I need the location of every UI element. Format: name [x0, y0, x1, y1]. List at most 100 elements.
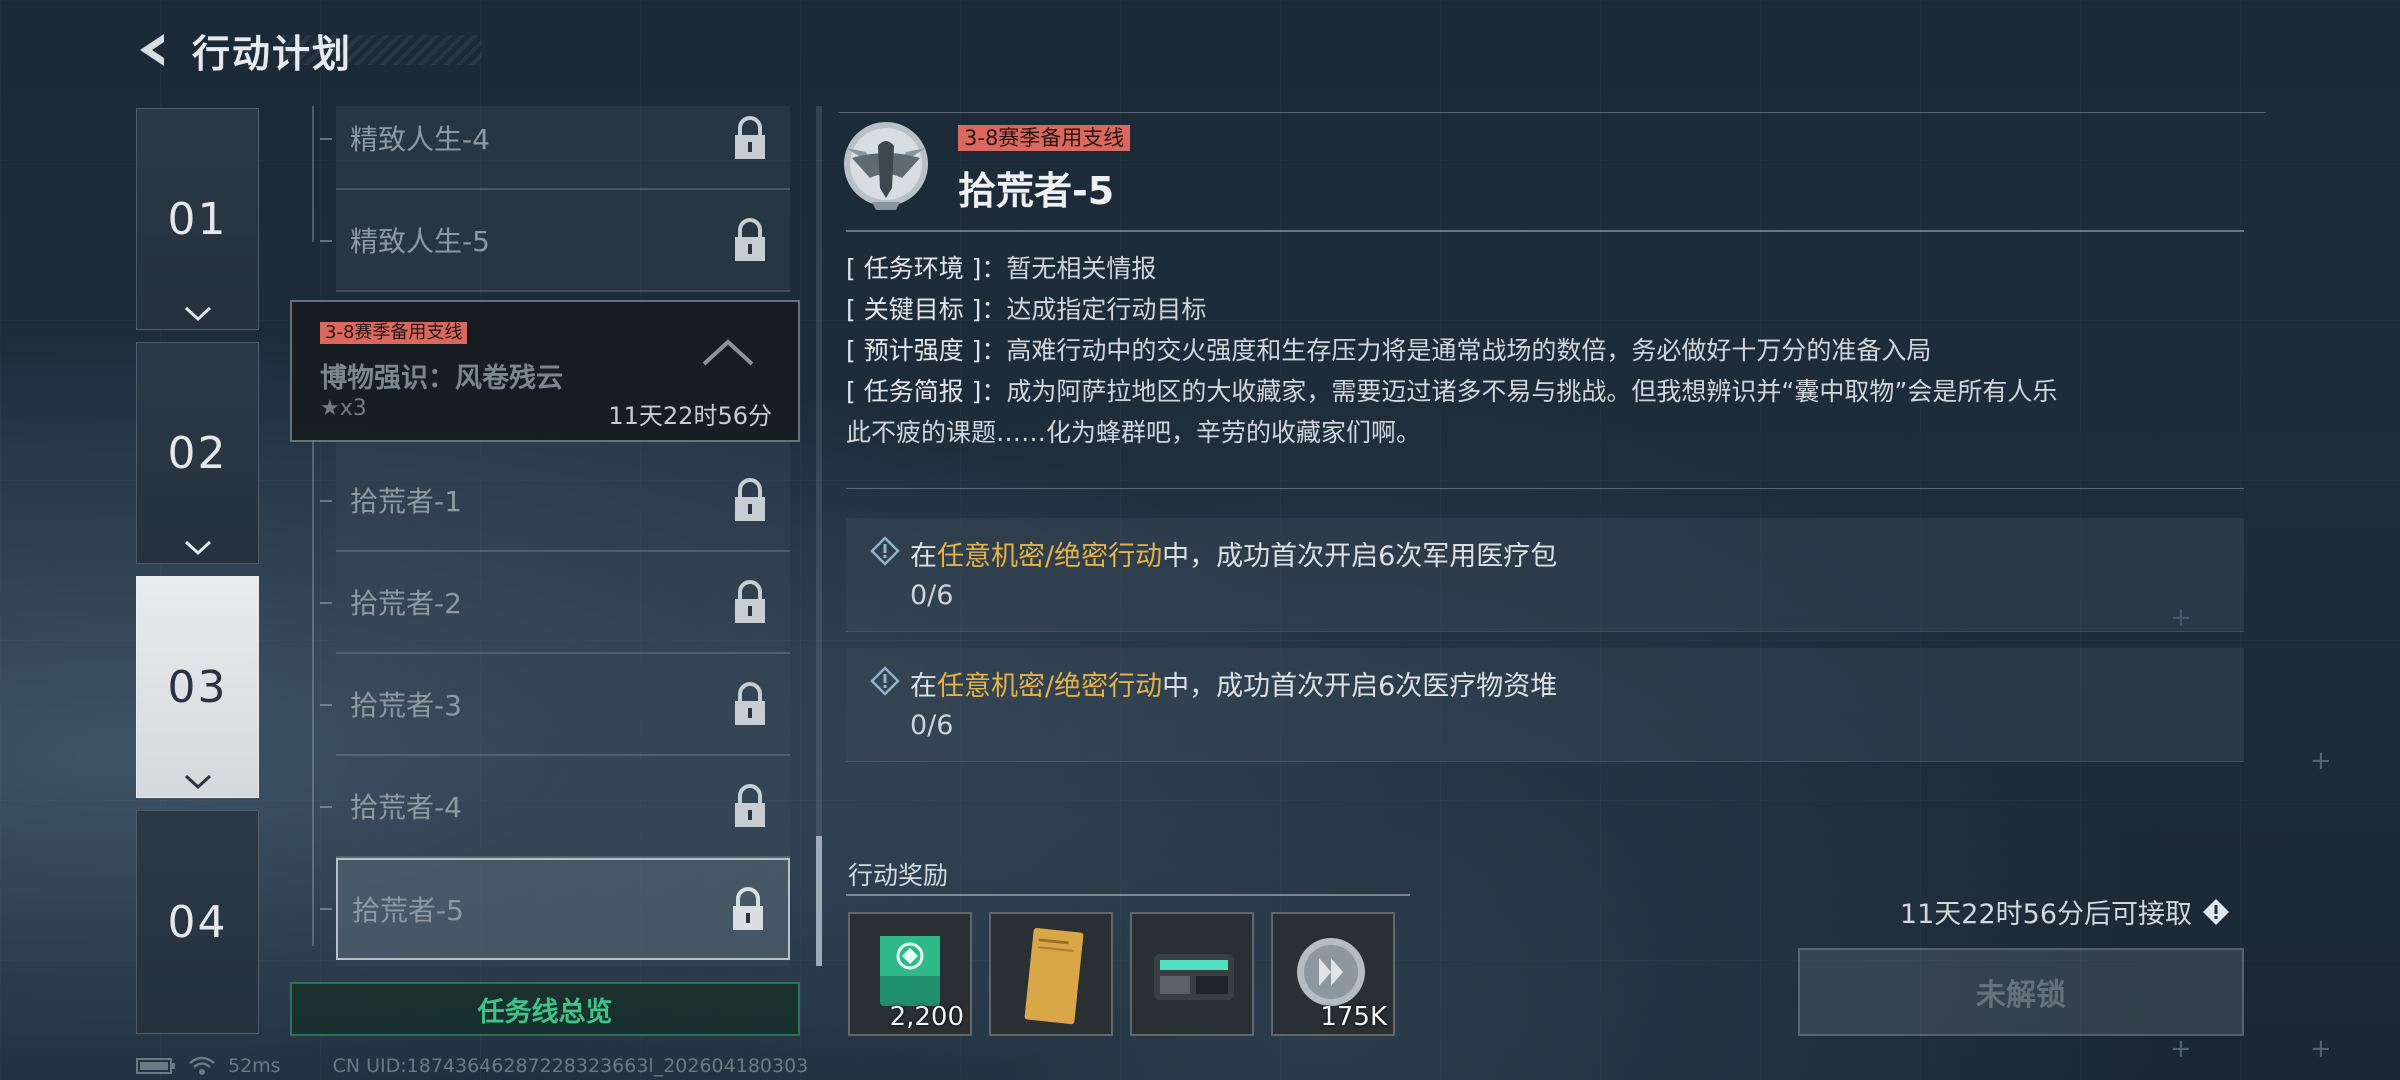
- divider: [846, 230, 2244, 232]
- season-tag: 3-8赛季备用支线: [320, 322, 468, 344]
- chapter-tab-02[interactable]: 02: [136, 342, 259, 564]
- document-icon: [1024, 928, 1084, 1025]
- objective-highlight: 任意机密/绝密行动: [937, 671, 1163, 702]
- objective-text: 在任意机密/绝密行动中，成功首次开启6次军用医疗包: [910, 534, 1557, 573]
- status-bar: 52ms CN UID:18743646287228323663l_202604…: [136, 1054, 808, 1078]
- info-value: 成为阿萨拉地区的大收藏家，需要迈过诸多不易与挑战。但我想辨识并“囊中取物”会是所…: [1006, 377, 2058, 406]
- objective-prefix: 在: [910, 671, 937, 702]
- season-tag: 3-8赛季备用支线: [958, 125, 1131, 151]
- mission-label: 拾荒者-1: [350, 485, 462, 518]
- unlock-time: 11天22时56分后可接取: [1900, 892, 2230, 931]
- group-title: 博物强识：风卷残云: [320, 363, 563, 394]
- info-value: 暂无相关情报: [1006, 254, 1157, 283]
- reward-item[interactable]: 2,200: [848, 912, 972, 1036]
- alert-diamond-icon: [870, 536, 900, 566]
- mission-item-拾荒者-2[interactable]: 拾荒者-2: [336, 552, 790, 654]
- mission-item-拾荒者-4[interactable]: 拾荒者-4: [336, 756, 790, 858]
- objective-prefix: 在: [910, 541, 937, 572]
- reward-item[interactable]: [1130, 912, 1254, 1036]
- mission-info: [ 任务环境 ]： 暂无相关情报 [ 关键目标 ]： 达成指定行动目标 [ 预计…: [846, 248, 2246, 453]
- mission-label: 拾荒者-3: [350, 689, 462, 722]
- mission-line-overview-button[interactable]: 任务线总览: [290, 982, 800, 1036]
- objective-suffix: 中，成功首次开启6次医疗物资堆: [1162, 671, 1558, 702]
- mission-label: 拾荒者-4: [350, 791, 462, 824]
- wifi-icon: [189, 1056, 215, 1075]
- tree-tick: [320, 704, 332, 706]
- info-value: 此不疲的课题……化为蜂群吧，辛劳的收藏家们啊。: [846, 418, 1422, 447]
- mission-item-拾荒者-3[interactable]: 拾荒者-3: [336, 654, 790, 756]
- chapter-number: 01: [167, 193, 228, 245]
- reward-item[interactable]: [989, 912, 1113, 1036]
- lock-icon: [735, 478, 765, 521]
- lock-icon: [735, 580, 765, 623]
- chevron-up-icon[interactable]: [700, 336, 756, 368]
- back-arrow-icon[interactable]: [132, 28, 176, 72]
- divider: [838, 112, 2266, 113]
- chapter-tab-01[interactable]: 01: [136, 108, 259, 330]
- chevron-down-icon: [184, 774, 211, 790]
- objective-progress: 0/6: [910, 580, 954, 611]
- objective-text: 在任意机密/绝密行动中，成功首次开启6次医疗物资堆: [910, 664, 1557, 703]
- mission-item-拾荒者-1[interactable]: 拾荒者-1: [336, 450, 790, 552]
- divider: [846, 894, 1410, 896]
- info-environment: [ 任务环境 ]： 暂无相关情报: [846, 248, 2246, 289]
- locked-accept-button: 未解锁: [1798, 948, 2244, 1036]
- mission-title: 拾荒者-5: [958, 169, 1115, 213]
- group-timer: 11天22时56分: [608, 402, 772, 430]
- info-briefing-continued: 此不疲的课题……化为蜂群吧，辛劳的收藏家们啊。: [846, 412, 2246, 453]
- divider: [846, 488, 2244, 489]
- objective-progress: 0/6: [910, 710, 954, 741]
- objective-item: 在任意机密/绝密行动中，成功首次开启6次医疗物资堆 0/6: [846, 648, 2244, 762]
- battery-icon: [136, 1058, 175, 1074]
- reward-item[interactable]: 175K: [1271, 912, 1395, 1036]
- page-header: 行动计划: [132, 22, 483, 78]
- uid-text: CN UID:18743646287228323663l_20260418030…: [332, 1055, 809, 1077]
- info-key: [ 关键目标 ]：: [846, 295, 1007, 324]
- objective-item: 在任意机密/绝密行动中，成功首次开启6次军用医疗包 0/6: [846, 518, 2244, 632]
- tree-tick: [320, 806, 332, 808]
- lock-icon: [735, 784, 765, 827]
- mission-label: 拾荒者-2: [350, 587, 462, 620]
- device-case-icon: [1154, 954, 1234, 1000]
- reward-quantity: 175K: [1320, 1002, 1387, 1032]
- decor-plus: +: [2310, 746, 2332, 776]
- chevron-down-icon: [184, 540, 211, 556]
- mission-label: 拾荒者-5: [352, 894, 464, 927]
- objective-highlight: 任意机密/绝密行动: [937, 541, 1163, 572]
- objective-suffix: 中，成功首次开启6次军用医疗包: [1162, 541, 1558, 572]
- tree-tick: [320, 138, 332, 140]
- mission-item-拾荒者-5[interactable]: 拾荒者-5: [336, 858, 790, 960]
- tree-tick: [320, 500, 332, 502]
- info-value: 达成指定行动目标: [1006, 295, 1207, 324]
- list-scrollbar[interactable]: [816, 106, 822, 966]
- chapter-tab-03[interactable]: 03: [136, 576, 259, 798]
- info-key: [ 任务简报 ]：: [846, 377, 1007, 406]
- eagle-emblem-icon: [844, 122, 928, 210]
- scrollbar-thumb[interactable]: [816, 836, 822, 966]
- lock-icon: [733, 887, 763, 930]
- tree-tick: [320, 908, 332, 910]
- mission-label: 精致人生-5: [350, 225, 490, 258]
- info-briefing: [ 任务简报 ]： 成为阿萨拉地区的大收藏家，需要迈过诸多不易与挑战。但我想辨识…: [846, 371, 2246, 412]
- group-stars: ★x3: [320, 396, 367, 421]
- tree-tick: [320, 602, 332, 604]
- reward-section-label: 行动奖励: [848, 861, 949, 890]
- lock-icon: [735, 682, 765, 725]
- unlock-time-text: 11天22时56分后可接取: [1899, 899, 2192, 930]
- info-key: [ 任务环境 ]：: [846, 254, 1007, 283]
- tree-line: [312, 442, 314, 946]
- chapter-number: 03: [167, 661, 228, 713]
- mission-label: 精致人生-4: [350, 123, 490, 156]
- mission-item-精致人生-5[interactable]: 精致人生-5: [336, 190, 790, 292]
- info-value: 高难行动中的交火强度和生存压力将是通常战场的数倍，务必做好十万分的准备入局: [1006, 336, 1932, 365]
- info-diamond-icon[interactable]: [2202, 898, 2230, 926]
- mission-list[interactable]: 精致人生-4 精致人生-5 拾荒者-1 拾荒者-2 拾荒者-3 拾荒者-4 拾荒…: [290, 106, 802, 966]
- chapter-tab-04[interactable]: 04: [136, 810, 259, 1034]
- info-key: [ 预计强度 ]：: [846, 336, 1007, 365]
- mission-group-card[interactable]: 3-8赛季备用支线 博物强识：风卷残云 ★x3 11天22时56分: [290, 300, 800, 442]
- ping-text: 52ms: [228, 1055, 281, 1077]
- mission-item-精致人生-4[interactable]: 精致人生-4: [336, 106, 790, 190]
- tree-tick: [320, 240, 332, 242]
- chapter-number: 04: [167, 896, 228, 948]
- lock-icon: [735, 116, 765, 159]
